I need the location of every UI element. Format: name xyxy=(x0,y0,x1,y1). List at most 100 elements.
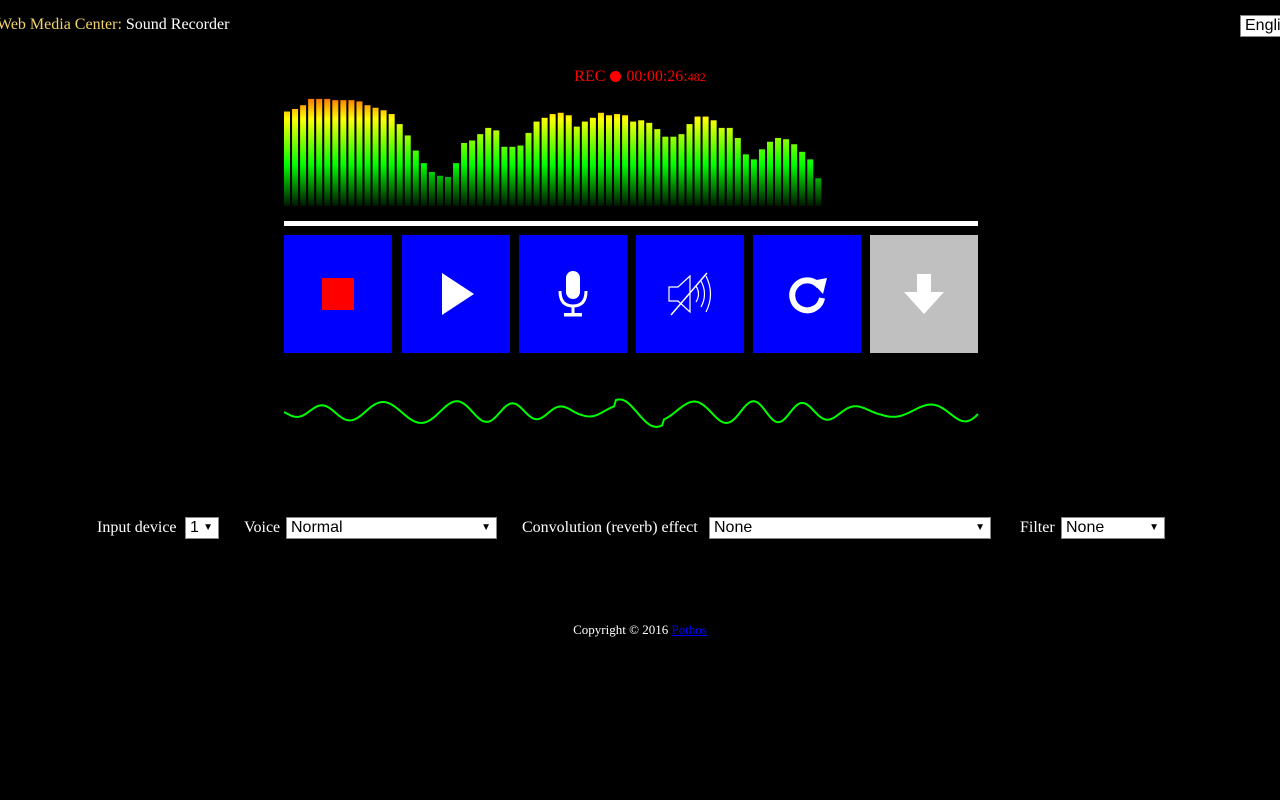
spectrum-bar xyxy=(356,101,363,206)
reset-button[interactable] xyxy=(753,235,861,353)
spectrum-bar xyxy=(646,122,653,206)
spectrum-bar xyxy=(686,124,693,206)
spectrum-bar xyxy=(799,151,806,206)
stop-button[interactable] xyxy=(284,235,392,353)
filter-value: None xyxy=(1066,519,1105,536)
spectrum-bar xyxy=(718,127,725,206)
filter-select[interactable]: None ▼ xyxy=(1061,517,1165,539)
spectrum-bar xyxy=(758,149,765,206)
voice-select[interactable]: Normal ▼ xyxy=(286,517,497,539)
spectrum-bar xyxy=(364,105,371,206)
spectrum-bar xyxy=(775,137,782,206)
spectrum-bar xyxy=(332,100,339,206)
spectrum-bar xyxy=(412,150,419,206)
spectrum-bar xyxy=(396,124,403,206)
spectrum-bar xyxy=(525,132,532,206)
spectrum-bar xyxy=(477,134,484,206)
play-button[interactable] xyxy=(402,235,510,353)
chevron-down-icon: ▼ xyxy=(481,522,491,533)
spectrum-bar xyxy=(533,121,540,206)
spectrum-bar xyxy=(807,159,814,206)
spectrum-bar xyxy=(445,177,451,206)
spectrum-bar xyxy=(742,154,749,206)
audio-waveform xyxy=(284,398,979,428)
speaker-muted-icon xyxy=(668,272,712,316)
filter-label: Filter xyxy=(1020,519,1055,536)
author-link[interactable]: Pothos xyxy=(671,622,706,637)
spectrum-bar xyxy=(573,126,580,206)
spectrum-bar xyxy=(694,116,701,206)
footer: Copyright © 2016 Pothos xyxy=(0,622,1280,638)
settings-bar: Input device 1 ▼ Voice Normal ▼ Convolutio… xyxy=(0,516,1280,540)
reverb-value: None xyxy=(714,519,753,536)
spectrum-bar xyxy=(630,121,637,206)
spectrum-bar xyxy=(678,134,685,206)
mute-button[interactable] xyxy=(636,235,744,353)
spectrum-bar xyxy=(557,112,564,206)
spectrum-bar xyxy=(767,141,773,206)
app-name: Sound Recorder xyxy=(125,16,230,33)
voice-value: Normal xyxy=(291,519,343,536)
spectrum-bar xyxy=(791,144,798,206)
chevron-down-icon: ▼ xyxy=(1149,522,1159,533)
spectrum-bar xyxy=(501,146,508,206)
spectrum-bar xyxy=(702,116,709,206)
spectrum-analyzer xyxy=(284,98,822,206)
spectrum-bar xyxy=(485,127,492,206)
spectrum-bar xyxy=(308,98,315,206)
spectrum-bar xyxy=(517,145,524,206)
spectrum-bar xyxy=(316,98,323,206)
microphone-button[interactable] xyxy=(519,235,627,353)
spectrum-bar xyxy=(372,107,379,206)
spectrum-bar xyxy=(461,143,468,206)
spectrum-bar xyxy=(428,171,435,206)
input-device-value: 1 xyxy=(190,519,199,536)
spectrum-bar xyxy=(750,159,757,206)
spectrum-bar xyxy=(493,130,500,206)
spectrum-bar xyxy=(726,127,733,206)
spectrum-bar xyxy=(436,175,443,206)
brand-name: Web Media Center xyxy=(0,16,118,33)
spectrum-bar xyxy=(622,115,629,206)
spectrum-bar xyxy=(734,137,741,206)
chevron-down-icon: ▼ xyxy=(975,522,985,533)
spectrum-bar xyxy=(469,140,476,206)
spectrum-bar xyxy=(710,120,717,206)
title-separator: : xyxy=(117,16,122,33)
spectrum-bar xyxy=(606,115,612,206)
spectrum-bar xyxy=(388,114,395,206)
spectrum-bar xyxy=(509,146,516,206)
spectrum-bar xyxy=(404,135,411,206)
spectrum-bar xyxy=(614,114,621,206)
chevron-down-icon: ▼ xyxy=(203,522,213,533)
stop-icon xyxy=(322,278,354,310)
input-device-label: Input device xyxy=(97,519,177,536)
spectrum-bar xyxy=(549,114,556,206)
copyright-text: Copyright © 2016 xyxy=(573,622,669,637)
spectrum-bar xyxy=(380,110,387,206)
language-select[interactable]: English xyxy=(1240,15,1280,37)
spectrum-bar xyxy=(284,111,290,206)
spectrum-bar xyxy=(453,163,460,206)
app-title: Web Media Center: Sound Recorder xyxy=(0,16,229,34)
progress-divider xyxy=(284,221,978,226)
play-icon xyxy=(442,273,474,315)
spectrum-bar xyxy=(597,112,604,206)
spectrum-bar xyxy=(300,105,307,206)
voice-label: Voice xyxy=(244,519,281,536)
download-icon xyxy=(904,274,944,314)
spectrum-bar xyxy=(324,98,331,206)
spectrum-bar xyxy=(670,136,677,206)
spectrum-bar xyxy=(581,121,588,206)
download-button[interactable] xyxy=(870,235,978,353)
spectrum-bar xyxy=(292,108,299,206)
microphone-icon xyxy=(558,271,588,317)
spectrum-bar xyxy=(783,139,790,206)
input-device-select[interactable]: 1 ▼ xyxy=(185,517,219,539)
spectrum-bar xyxy=(420,163,427,206)
spectrum-bar xyxy=(589,117,596,206)
refresh-icon xyxy=(789,277,827,314)
spectrum-bar xyxy=(565,115,572,206)
spectrum-bar xyxy=(654,129,661,206)
reverb-select[interactable]: None ▼ xyxy=(709,517,991,539)
